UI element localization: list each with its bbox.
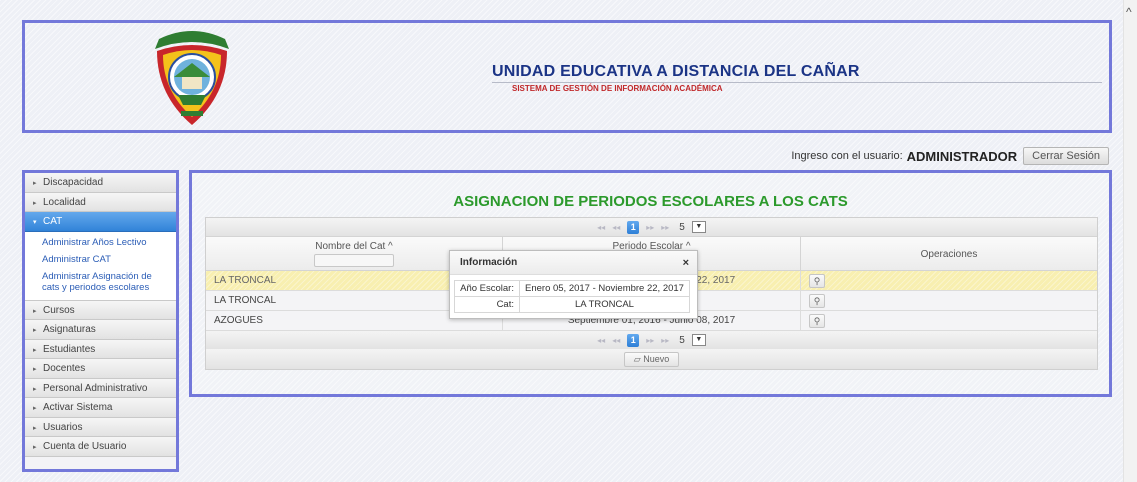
- sidebar-item-asignaturas[interactable]: ▸ Asignaturas: [25, 320, 176, 340]
- sidebar-item-label: Personal Administrativo: [43, 382, 148, 394]
- view-details-button[interactable]: ⚲: [809, 314, 825, 328]
- chevron-right-icon: ▸: [33, 385, 37, 393]
- first-page-button[interactable]: ◂◂: [597, 223, 605, 232]
- dialog-details-table: Año Escolar: Enero 05, 2017 - Noviembre …: [454, 280, 690, 313]
- session-label: Ingreso con el usuario:: [791, 150, 903, 162]
- rows-per-page-value: 5: [679, 334, 685, 346]
- dialog-value: Enero 05, 2017 - Noviembre 22, 2017: [519, 280, 690, 297]
- sidebar-item-docentes[interactable]: ▸ Docentes: [25, 359, 176, 379]
- chevron-right-icon: ▸: [33, 424, 37, 432]
- submenu-item-anios-lectivo[interactable]: Administrar Años Lectivo: [25, 234, 176, 251]
- new-button-label: Nuevo: [643, 353, 670, 364]
- sidebar-item-label: Discapacidad: [43, 177, 104, 188]
- cat-filter-input[interactable]: [314, 254, 394, 267]
- sidebar-item-label: Estudiantes: [43, 343, 96, 355]
- sidebar-item-cursos[interactable]: ▸ Cursos: [25, 300, 176, 320]
- rows-per-page-dropdown[interactable]: ▼: [691, 334, 706, 346]
- chevron-right-icon: ▸: [33, 307, 37, 315]
- dialog-title: Información: [460, 257, 518, 268]
- submenu-item-administrar-cat[interactable]: Administrar CAT: [25, 251, 176, 268]
- dialog-value: LA TRONCAL: [519, 296, 690, 313]
- close-icon[interactable]: ×: [683, 251, 689, 275]
- dialog-key: Año Escolar:: [454, 280, 520, 297]
- first-page-button[interactable]: ◂◂: [597, 336, 605, 345]
- system-subtitle: SISTEMA DE GESTIÓN DE INFORMACIÓN ACADÉM…: [512, 84, 723, 93]
- view-details-button[interactable]: ⚲: [809, 274, 825, 288]
- sidebar-item-cuenta-usuario[interactable]: ▸ Cuenta de Usuario: [25, 437, 176, 457]
- chevron-right-icon: ▸: [33, 199, 37, 207]
- sidebar-item-label: Activar Sistema: [43, 402, 113, 413]
- new-button[interactable]: ▱ Nuevo: [623, 351, 680, 367]
- sidebar-item-localidad[interactable]: ▸ Localidad: [25, 192, 176, 212]
- header-banner: UNIDAD EDUCATIVA A DISTANCIA DEL CAÑAR S…: [22, 20, 1112, 133]
- submenu-item-asignacion-cats[interactable]: Administrar Asignación de cats y periodo…: [25, 268, 176, 296]
- rows-per-page-value: 5: [679, 221, 685, 233]
- sidebar-item-label: CAT: [43, 216, 63, 227]
- sidebar-item-label: Localidad: [43, 196, 86, 208]
- page-scrollbar[interactable]: ^: [1123, 0, 1137, 482]
- bottom-paginator: ◂◂ ◂◂ 1 ▸▸ ▸▸ 5 ▼: [206, 331, 1097, 349]
- title-divider: [492, 82, 1102, 83]
- page-title: ASIGNACION DE PERIODOS ESCOLARES A LOS C…: [453, 193, 848, 210]
- prev-page-button[interactable]: ◂◂: [612, 336, 620, 345]
- sidebar-menu: ▸ Discapacidad ▸ Localidad ▾ CAT Administra…: [22, 170, 179, 472]
- chevron-down-icon: ▾: [33, 219, 37, 226]
- magnifier-icon: ⚲: [813, 316, 821, 326]
- current-page-button[interactable]: 1: [627, 220, 640, 234]
- sidebar-submenu-cat: Administrar Años Lectivo Administrar CAT…: [25, 231, 176, 301]
- column-header-operaciones: Operaciones: [801, 237, 1097, 270]
- chevron-down-icon: ▼: [695, 336, 703, 343]
- dialog-row: Cat: LA TRONCAL: [454, 296, 690, 313]
- chevron-down-icon: ▼: [695, 223, 703, 230]
- sidebar-item-label: Asignaturas: [43, 324, 96, 335]
- chevron-right-icon: ▸: [33, 405, 37, 412]
- scroll-up-icon[interactable]: ^: [1126, 6, 1132, 18]
- school-crest-logo: [155, 31, 229, 125]
- sidebar-item-label: Docentes: [43, 363, 86, 374]
- last-page-button[interactable]: ▸▸: [661, 336, 669, 345]
- table-footer: ▱ Nuevo: [206, 349, 1097, 369]
- last-page-button[interactable]: ▸▸: [661, 223, 669, 232]
- magnifier-icon: ⚲: [813, 276, 821, 286]
- sidebar-item-label: Usuarios: [43, 421, 83, 433]
- sidebar-item-cat[interactable]: ▾ CAT: [25, 212, 176, 232]
- rows-per-page-dropdown[interactable]: ▼: [691, 221, 706, 233]
- sidebar-item-discapacidad[interactable]: ▸ Discapacidad: [25, 173, 176, 193]
- next-page-button[interactable]: ▸▸: [646, 336, 654, 345]
- dialog-header: Información ×: [450, 251, 697, 275]
- next-page-button[interactable]: ▸▸: [646, 223, 654, 232]
- sidebar-item-personal-administrativo[interactable]: ▸ Personal Administrativo: [25, 378, 176, 398]
- cell-operaciones: ⚲: [801, 291, 1097, 310]
- sidebar-item-estudiantes[interactable]: ▸ Estudiantes: [25, 339, 176, 359]
- dialog-key: Cat:: [454, 296, 520, 313]
- view-details-button[interactable]: ⚲: [809, 294, 825, 308]
- logout-button[interactable]: Cerrar Sesión: [1023, 147, 1109, 165]
- chevron-right-icon: ▸: [33, 366, 37, 373]
- chevron-right-icon: ▸: [33, 346, 37, 354]
- document-icon: ▱: [633, 353, 644, 364]
- chevron-right-icon: ▸: [33, 327, 37, 334]
- dialog-row: Año Escolar: Enero 05, 2017 - Noviembre …: [454, 280, 690, 297]
- session-username: ADMINISTRADOR: [906, 148, 1018, 164]
- column-header-label: Operaciones: [920, 249, 978, 260]
- session-info: Ingreso con el usuario: ADMINISTRADOR Ce…: [791, 147, 1109, 165]
- chevron-right-icon: ▸: [33, 180, 37, 187]
- sidebar-item-label: Cursos: [43, 304, 75, 316]
- sidebar-item-activar-sistema[interactable]: ▸ Activar Sistema: [25, 398, 176, 418]
- magnifier-icon: ⚲: [813, 296, 821, 306]
- chevron-right-icon: ▸: [33, 444, 37, 451]
- institution-title: UNIDAD EDUCATIVA A DISTANCIA DEL CAÑAR: [492, 63, 860, 80]
- prev-page-button[interactable]: ◂◂: [612, 223, 620, 232]
- info-dialog: Información × Año Escolar: Enero 05, 201…: [449, 250, 698, 319]
- sidebar-item-label: Cuenta de Usuario: [43, 441, 127, 452]
- sidebar-item-usuarios[interactable]: ▸ Usuarios: [25, 417, 176, 437]
- top-paginator: ◂◂ ◂◂ 1 ▸▸ ▸▸ 5 ▼: [206, 218, 1097, 236]
- cell-operaciones: ⚲: [801, 311, 1097, 330]
- cell-operaciones: ⚲: [801, 271, 1097, 290]
- current-page-button[interactable]: 1: [627, 333, 640, 347]
